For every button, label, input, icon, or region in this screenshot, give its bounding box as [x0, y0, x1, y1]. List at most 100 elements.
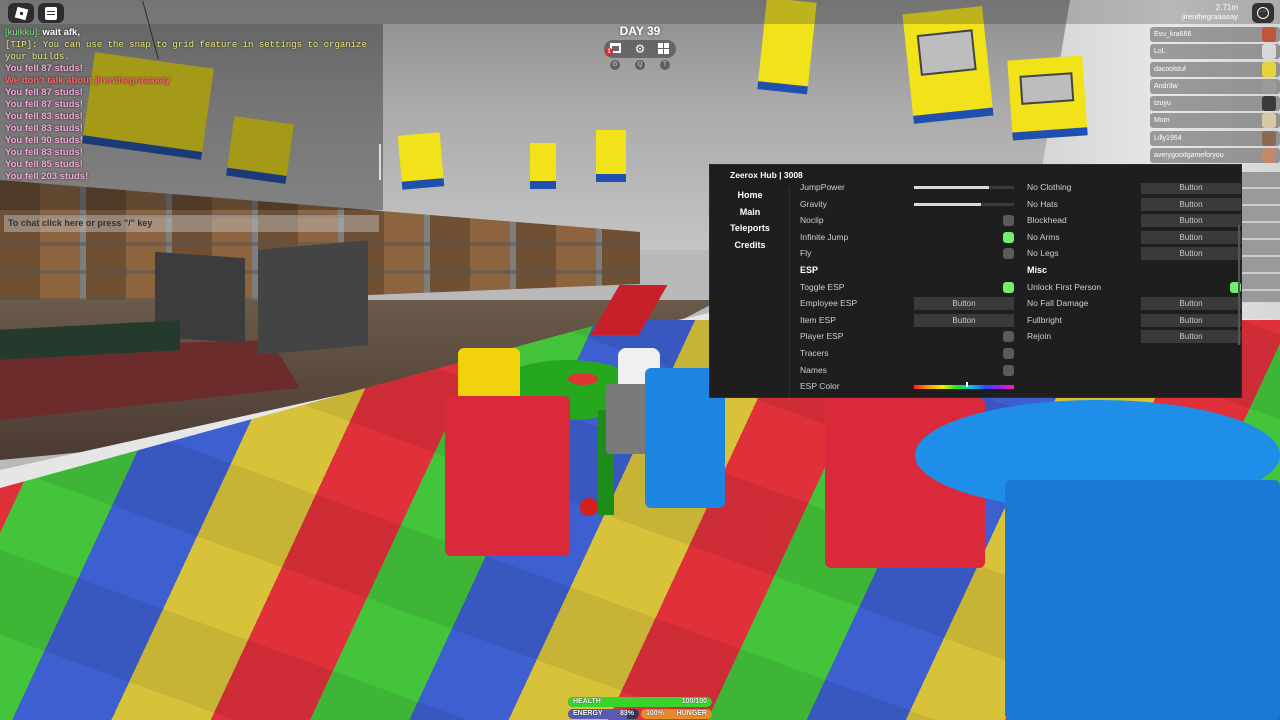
- player-list-item[interactable]: Evu_kra666: [1150, 27, 1280, 42]
- hub-option-row: Fullbright Button: [1021, 312, 1241, 329]
- chat-message: You fell 83 studs!: [5, 111, 83, 122]
- hub-nav-teleports[interactable]: Teleports: [710, 220, 790, 237]
- hunger-bar: 100% HUNGER: [641, 709, 712, 719]
- hub-toggle[interactable]: [1003, 248, 1014, 260]
- player-name: Evu_kra666: [1154, 31, 1192, 38]
- chat-text: wait afk,: [42, 27, 81, 38]
- hub-section-header: ESP: [800, 264, 819, 275]
- hub-scrollbar[interactable]: [1238, 225, 1240, 345]
- energy-bar: ENERGY 83%: [568, 709, 639, 719]
- hub-option-label: Item ESP: [800, 314, 836, 325]
- hub-option-row: JumpPower: [794, 183, 1014, 196]
- chat-icon: [45, 6, 57, 20]
- hub-toggle[interactable]: [1003, 347, 1014, 359]
- player-avatar: [1262, 130, 1276, 146]
- hub-option-row: Unlock First Person: [1021, 279, 1241, 296]
- hub-slider[interactable]: [914, 186, 1014, 189]
- hub-nav: Home Main Teleports Credits: [710, 187, 790, 397]
- health-label: HEALTH: [573, 698, 601, 705]
- hub-action-button[interactable]: Button: [1141, 297, 1241, 311]
- player-list-item[interactable]: Mom: [1150, 113, 1280, 129]
- hub-action-button[interactable]: Button: [914, 313, 1014, 327]
- player-list-item[interactable]: tzuyu: [1150, 96, 1280, 112]
- hub-option-label: Fly: [800, 248, 812, 259]
- player-name: LoL: [1154, 48, 1166, 56]
- hub-option-row: No Fall Damage Button: [1021, 295, 1241, 312]
- roblox-topbar: [0, 0, 1280, 24]
- grid-icon: [658, 43, 669, 54]
- more-options-button[interactable]: ···: [1252, 3, 1274, 23]
- hub-slider[interactable]: [914, 202, 1014, 206]
- hanging-poster: [1007, 55, 1088, 141]
- chat-sender[interactable]: [kuikku]:: [5, 27, 40, 38]
- chat-message: You fell 87 studs!: [5, 63, 83, 74]
- hub-option-row: Rejoin Button: [1021, 328, 1241, 345]
- hub-option-row: Player ESP: [794, 328, 1014, 345]
- hub-section-header: Misc: [1027, 264, 1048, 275]
- hub-toggle[interactable]: [1003, 215, 1014, 227]
- hub-action-button[interactable]: Button: [1141, 214, 1241, 228]
- hue-slider-handle[interactable]: [966, 382, 968, 388]
- hub-nav-home[interactable]: Home: [710, 187, 790, 204]
- account-info: 2.71m jirenthegraaaaay: [1182, 3, 1238, 21]
- chat-message: You fell 87 studs!: [5, 87, 83, 98]
- hub-left-column: JumpPower Gravity Noclip Infinite Jump Fly ES…: [794, 183, 1014, 395]
- hub-option-row: Employee ESP Button: [794, 295, 1014, 312]
- chat-message: You fell 87 studs!: [5, 99, 83, 110]
- chat-toggle-button[interactable]: [38, 3, 64, 23]
- chat-scrollbar[interactable]: [379, 144, 381, 180]
- hub-action-button[interactable]: Button: [914, 297, 1014, 311]
- chat-message: [TIP]: You can use the snap to grid feat…: [5, 40, 367, 62]
- player-list: Evu_kra666 LoL dacoolstuf Andr3w tzuyu Mom Lil…: [1150, 27, 1280, 165]
- hub-option-row: Fly: [794, 245, 1014, 262]
- hub-action-button[interactable]: Button: [1141, 330, 1241, 344]
- player-avatar: [1262, 148, 1276, 164]
- hub-nav-main[interactable]: Main: [710, 204, 790, 221]
- hub-option-row: Tracers: [794, 345, 1014, 362]
- hub-option-row: No Clothing Button: [1021, 183, 1241, 196]
- apple-item: [580, 498, 598, 516]
- shop-button[interactable]: 1: [605, 43, 622, 56]
- hub-toggle[interactable]: [1003, 281, 1014, 293]
- health-value: 100/100: [681, 698, 707, 705]
- player-list-item[interactable]: averygoodgameforyou: [1150, 148, 1280, 164]
- player-list-item[interactable]: LoL: [1150, 44, 1280, 60]
- hub-action-button[interactable]: Button: [1141, 197, 1241, 211]
- settings-button[interactable]: ⚙: [634, 43, 646, 55]
- hotkey-hint: T: [660, 60, 670, 70]
- hub-nav-credits[interactable]: Credits: [710, 237, 790, 254]
- hub-action-button[interactable]: Button: [1141, 313, 1241, 327]
- player-list-item[interactable]: Lilly1954: [1150, 130, 1280, 146]
- hub-slider-fill: [914, 186, 989, 189]
- hub-option-label: JumpPower: [800, 183, 845, 192]
- hub-action-button[interactable]: Button: [1141, 247, 1241, 261]
- hub-toggle[interactable]: [1003, 364, 1014, 376]
- hud-toolbar: 1 ⚙: [604, 40, 676, 58]
- player-name: dacoolstuf: [1154, 65, 1186, 73]
- inventory-button[interactable]: [658, 43, 670, 55]
- health-bar: HEALTH 100/100: [568, 697, 712, 707]
- player-avatar: [1262, 113, 1276, 129]
- player-list-avatars-overflow: [1242, 172, 1280, 302]
- player-list-item[interactable]: Andr3w: [1150, 78, 1280, 94]
- player-avatar: [1262, 78, 1276, 94]
- ellipsis-icon: ···: [1257, 7, 1269, 19]
- player-name: Andr3w: [1154, 82, 1178, 90]
- hub-action-button[interactable]: Button: [1141, 230, 1241, 244]
- hub-toggle[interactable]: [1003, 331, 1014, 343]
- poster-image: [1019, 72, 1075, 105]
- energy-label: ENERGY: [573, 710, 603, 717]
- display-wall: [258, 240, 368, 355]
- hub-option-label: Infinite Jump: [800, 231, 849, 242]
- chat-input[interactable]: To chat click here or press "/" key: [4, 215, 379, 232]
- hanging-poster: [530, 143, 556, 189]
- hub-toggle[interactable]: [1003, 231, 1014, 243]
- hub-option-label: Employee ESP: [800, 298, 858, 309]
- hue-slider[interactable]: [914, 382, 1014, 390]
- red-chair: [445, 396, 570, 556]
- roblox-menu-button[interactable]: [8, 3, 34, 23]
- hub-action-button[interactable]: Button: [1141, 183, 1241, 194]
- player-name: averygoodgameforyou: [1154, 152, 1224, 160]
- hanging-poster: [397, 132, 445, 190]
- player-list-item[interactable]: dacoolstuf: [1150, 61, 1280, 77]
